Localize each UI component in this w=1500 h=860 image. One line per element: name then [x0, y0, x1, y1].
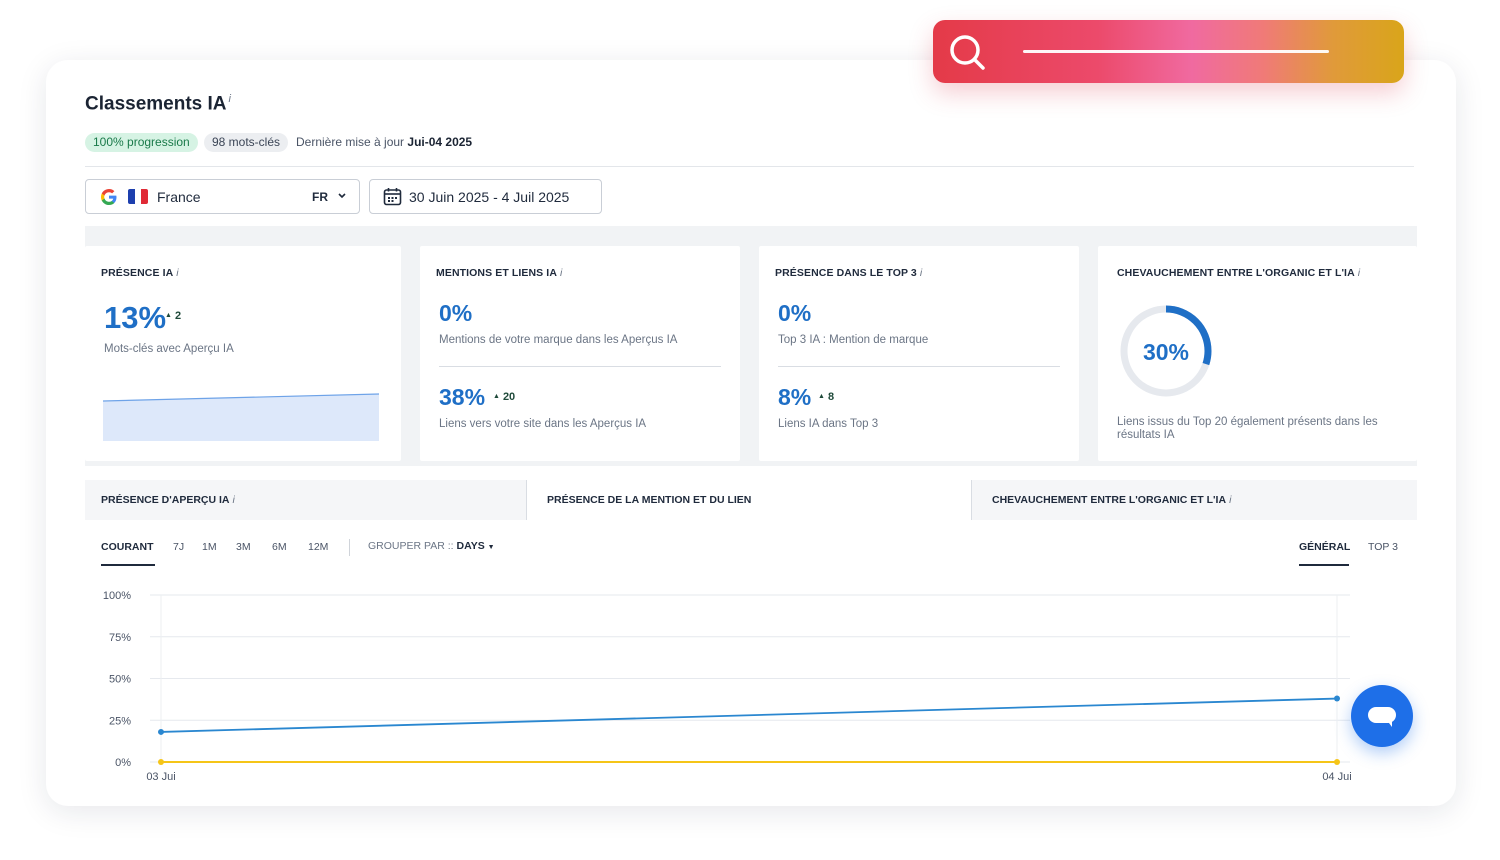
metric-value-secondary: 38%	[439, 384, 486, 410]
range-3m[interactable]: 3M	[236, 541, 251, 553]
last-updated: Dernière mise à jour Jui-04 2025	[296, 135, 473, 149]
date-range-label: 30 Juin 2025 - 4 Juil 2025	[409, 189, 570, 205]
info-icon[interactable]: i	[560, 267, 562, 279]
metric-desc-secondary: Liens vers votre site dans les Aperçus I…	[439, 418, 647, 430]
progress-badge: 100% progression	[85, 133, 198, 152]
tab-ai-overview-presence[interactable]: PRÉSENCE D'APERÇU IA i	[85, 480, 526, 520]
metric-title: MENTIONS ET LIENS IA i	[436, 267, 563, 279]
range-1m[interactable]: 1M	[202, 541, 217, 553]
group-by-dropdown[interactable]: GROUPER PAR :: DAYS ▼	[368, 540, 495, 552]
view-top3[interactable]: TOP 3	[1368, 541, 1398, 553]
metric-desc: Liens issus du Top 20 également présents…	[1117, 416, 1378, 441]
info-icon[interactable]: i	[920, 267, 922, 279]
date-range-picker[interactable]: 30 Juin 2025 - 4 Juil 2025	[369, 179, 602, 214]
metric-value: 0%	[778, 300, 812, 326]
country-select[interactable]: France FR	[85, 179, 360, 214]
metric-top3-presence: PRÉSENCE DANS LE TOP 3i 0% Top 3 IA : Me…	[759, 246, 1079, 461]
metric-delta: 2	[165, 310, 181, 322]
view-active-indicator	[1299, 564, 1349, 566]
info-icon[interactable]: i	[229, 93, 231, 105]
language-label: FR	[312, 190, 328, 204]
info-icon[interactable]: i	[1358, 267, 1360, 279]
metric-value: 0%	[439, 300, 473, 326]
metric-title: CHEVAUCHEMENT ENTRE L'ORGANIC ET L'IA i	[1117, 267, 1361, 279]
donut-value: 30%	[1143, 339, 1189, 365]
range-12m[interactable]: 12M	[308, 541, 328, 553]
metric-mentions-links: MENTIONS ET LIENS IA i 0% Mentions de vot…	[420, 246, 740, 461]
metric-ai-presence: PRÉSENCE IAi 13% 2 Mots-clés avec Aperçu…	[85, 246, 401, 461]
metric-desc-secondary: Liens IA dans Top 3	[778, 418, 879, 430]
chat-button[interactable]	[1351, 685, 1413, 747]
metric-desc: Mots-clés avec Aperçu IA	[104, 343, 234, 355]
chart-tabs: PRÉSENCE D'APERÇU IA i PRÉSENCE DE LA MEN…	[85, 480, 1417, 520]
presence-sparkline	[102, 393, 380, 441]
divider	[85, 166, 1414, 167]
metric-title: PRÉSENCE DANS LE TOP 3i	[775, 267, 923, 279]
range-current[interactable]: COURANT	[101, 541, 154, 553]
metric-desc: Mentions de votre marque dans les Aperçu…	[439, 334, 678, 346]
search-icon	[950, 35, 985, 70]
country-label: France	[157, 189, 201, 205]
metric-organic-ai-overlap: CHEVAUCHEMENT ENTRE L'ORGANIC ET L'IA i 3…	[1098, 246, 1417, 461]
range-active-indicator	[101, 564, 155, 566]
divider	[439, 366, 721, 367]
france-flag-icon	[128, 189, 148, 204]
metric-title: PRÉSENCE IA i	[101, 267, 179, 279]
divider	[349, 539, 350, 556]
search-banner[interactable]	[933, 20, 1404, 83]
metric-delta: 20	[493, 391, 515, 403]
search-placeholder-line	[1023, 50, 1329, 53]
chevron-down-icon: ▼	[487, 544, 495, 551]
metric-delta: 8	[818, 391, 834, 403]
metric-desc: Top 3 IA : Mention de marque	[778, 334, 929, 346]
info-icon[interactable]: i	[176, 267, 178, 279]
tab-organic-ai-overlap[interactable]: CHEVAUCHEMENT ENTRE L'ORGANIC ET L'IA i	[972, 480, 1417, 520]
google-icon	[101, 189, 117, 205]
calendar-icon	[383, 188, 402, 206]
info-icon[interactable]: i	[233, 494, 235, 506]
metric-value-secondary: 8%	[778, 384, 812, 410]
info-icon[interactable]: i	[1229, 494, 1231, 506]
metric-value: 13%	[104, 300, 167, 335]
range-6m[interactable]: 6M	[272, 541, 287, 553]
overlap-donut-chart: 30%	[1120, 305, 1212, 397]
tab-mention-link-presence[interactable]: PRÉSENCE DE LA MENTION ET DU LIEN	[526, 480, 972, 520]
keywords-badge: 98 mots-clés	[204, 133, 289, 152]
divider	[778, 366, 1060, 367]
chevron-down-icon	[338, 193, 346, 199]
view-general[interactable]: GÉNÉRAL	[1299, 541, 1350, 553]
page-title: Classements IA i	[85, 93, 231, 115]
range-7d[interactable]: 7J	[173, 541, 184, 553]
